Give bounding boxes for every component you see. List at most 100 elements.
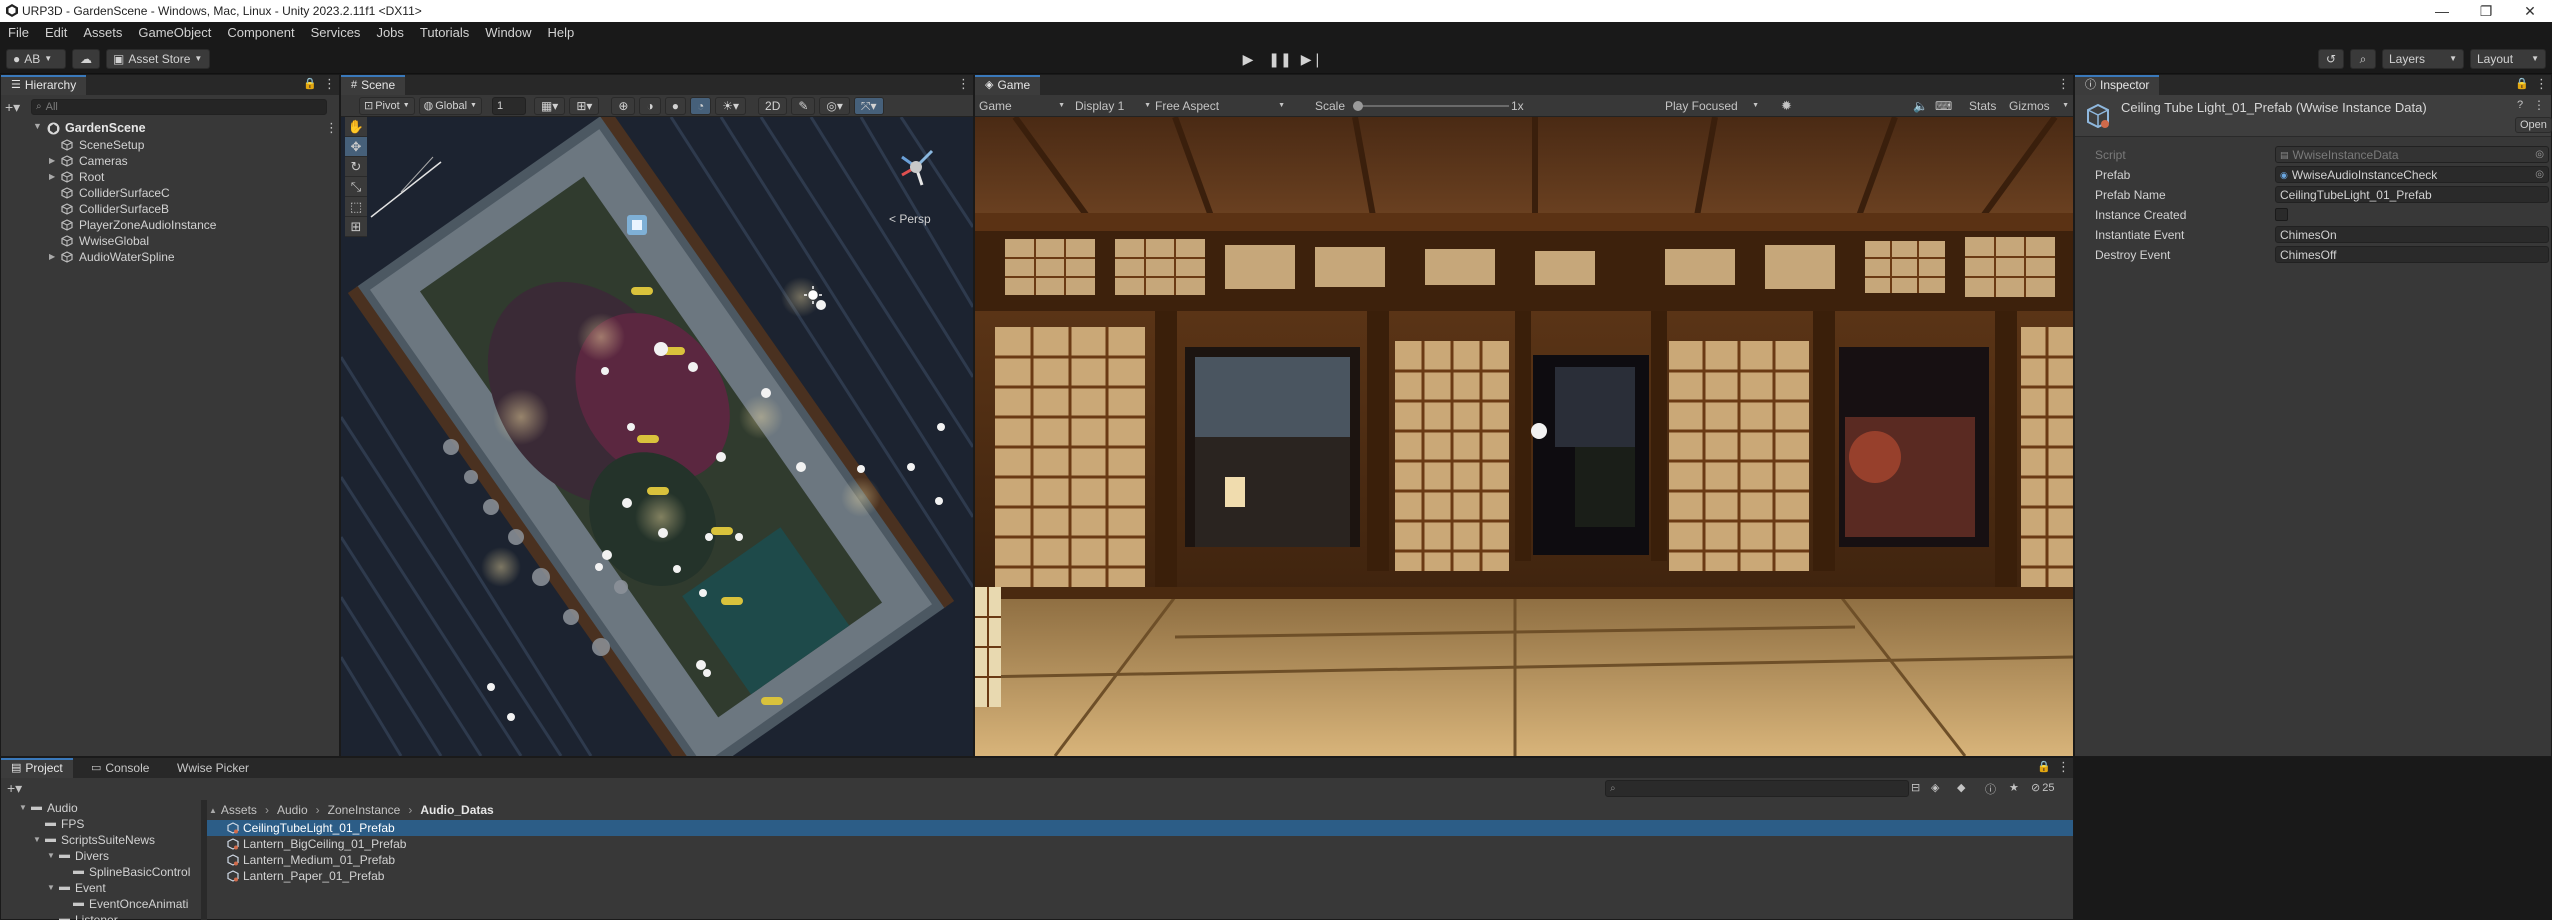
menu-assets[interactable]: Assets bbox=[75, 22, 130, 44]
add-icon[interactable]: +▾ bbox=[5, 99, 31, 116]
account-button[interactable]: ● AB ▼ bbox=[6, 49, 66, 69]
tag-icon[interactable]: ◆ bbox=[1957, 781, 1965, 794]
project-file-item[interactable]: Lantern_Paper_01_Prefab bbox=[207, 868, 2073, 884]
breadcrumb-item[interactable]: Audio_Datas bbox=[420, 803, 493, 817]
hierarchy-item[interactable]: WwiseGlobal bbox=[1, 233, 339, 249]
hidden-packages-toggle[interactable]: ⊘ 25 bbox=[2031, 781, 2054, 795]
folder-tree-item[interactable]: ▼ ▬ Event bbox=[1, 880, 201, 896]
project-file-item[interactable]: CeilingTubeLight_01_Prefab bbox=[207, 820, 2073, 836]
menu-jobs[interactable]: Jobs bbox=[368, 22, 411, 44]
instance-created-checkbox[interactable] bbox=[2275, 208, 2288, 221]
object-picker-icon[interactable]: ◎ bbox=[2535, 147, 2544, 163]
mute-audio-icon[interactable]: 🔈 bbox=[1913, 99, 1928, 113]
inspector-field-value[interactable]: CeilingTubeLight_01_Prefab bbox=[2275, 186, 2549, 203]
transform-tool-button[interactable]: ⊞ bbox=[345, 217, 367, 237]
more-menu-icon[interactable]: ⋮ bbox=[323, 76, 336, 92]
scene-gizmos-toggle[interactable]: ⤧▾ bbox=[853, 96, 884, 115]
close-button[interactable]: ✕ bbox=[2512, 1, 2548, 21]
move-tool-button[interactable]: ✥ bbox=[345, 137, 367, 157]
folder-tree-item[interactable]: ▬ Listener bbox=[1, 912, 201, 920]
expand-arrow-icon[interactable]: ▼ bbox=[33, 121, 42, 131]
expand-arrow-icon[interactable]: ▶ bbox=[49, 153, 55, 169]
folder-tree-item[interactable]: ▬ EventOnceAnimati bbox=[1, 896, 201, 912]
hierarchy-item[interactable]: ColliderSurfaceB bbox=[1, 201, 339, 217]
expand-arrow-icon[interactable]: ▼ bbox=[19, 800, 27, 816]
more-menu-icon[interactable]: ⋮ bbox=[2057, 759, 2070, 775]
play-focused-dropdown[interactable]: Play Focused ▼ bbox=[1665, 99, 1759, 113]
breadcrumb-item[interactable]: Assets bbox=[221, 803, 257, 817]
layers-dropdown[interactable]: Layers ▼ bbox=[2382, 49, 2464, 69]
search-button[interactable]: ⌕ bbox=[2350, 49, 2376, 69]
breadcrumb-item[interactable]: Audio bbox=[277, 803, 308, 817]
maximize-button[interactable]: ❐ bbox=[2468, 1, 2504, 21]
tab-inspector[interactable]: ⓘ Inspector bbox=[2075, 75, 2160, 95]
more-menu-icon[interactable]: ⋮ bbox=[957, 76, 970, 92]
inspector-field-value[interactable]: ◉ WwiseAudioInstanceCheck ◎ bbox=[2275, 166, 2549, 183]
open-button[interactable]: Open bbox=[2515, 117, 2552, 133]
tab-game[interactable]: ◈ Game bbox=[975, 75, 1041, 95]
expand-arrow-icon[interactable]: ▶ bbox=[49, 169, 55, 185]
play-button[interactable]: ▶ bbox=[1234, 48, 1262, 70]
draw-mode-lit[interactable]: ◔ bbox=[689, 96, 712, 115]
draw-mode-shaded-wire[interactable]: ◑ bbox=[639, 96, 661, 115]
rect-tool-button[interactable]: ⬚ bbox=[345, 197, 367, 217]
hierarchy-search-input[interactable]: ⌕ All bbox=[31, 99, 327, 115]
expand-arrow-icon[interactable]: ▼ bbox=[33, 832, 41, 848]
grid-size-input[interactable]: 1 bbox=[491, 96, 526, 115]
layout-dropdown[interactable]: Layout ▼ bbox=[2470, 49, 2546, 69]
folder-tree-item[interactable]: ▼ ▬ Divers bbox=[1, 848, 201, 864]
star-icon[interactable]: ★ bbox=[2009, 781, 2019, 794]
breadcrumb-item[interactable]: ZoneInstance bbox=[328, 803, 401, 817]
folder-tree-item[interactable]: ▬ SplineBasicControl bbox=[1, 864, 201, 880]
more-menu-icon[interactable]: ⋮ bbox=[325, 120, 338, 136]
menu-services[interactable]: Services bbox=[303, 22, 369, 44]
keyboard-icon[interactable]: ⌨ bbox=[1935, 99, 1952, 113]
add-icon[interactable]: +▾ bbox=[7, 780, 22, 797]
folder-tree-item[interactable]: ▼ ▬ Audio bbox=[1, 800, 201, 816]
lock-icon[interactable]: 🔒 bbox=[2515, 77, 2529, 90]
inspector-field-value[interactable]: ChimesOff bbox=[2275, 246, 2549, 263]
pivot-dropdown[interactable]: ⊡ Pivot ▼ bbox=[359, 96, 415, 115]
hierarchy-item[interactable]: SceneSetup bbox=[1, 137, 339, 153]
menu-file[interactable]: File bbox=[0, 22, 37, 44]
game-viewport[interactable] bbox=[975, 117, 2073, 756]
global-dropdown[interactable]: ◍ Global ▼ bbox=[418, 96, 482, 115]
menu-help[interactable]: Help bbox=[540, 22, 583, 44]
menu-window[interactable]: Window bbox=[477, 22, 539, 44]
bug-icon[interactable]: ✹ bbox=[1781, 98, 1792, 114]
tab-wwise-picker[interactable]: Wwise Picker bbox=[167, 758, 259, 778]
game-mode-dropdown[interactable]: Game ▼ bbox=[979, 99, 1065, 113]
asset-store-button[interactable]: ▣ Asset Store ▼ bbox=[106, 49, 210, 69]
pause-button[interactable]: ❚❚ bbox=[1266, 48, 1294, 70]
tab-console[interactable]: ▭ Console bbox=[81, 758, 159, 778]
menu-component[interactable]: Component bbox=[219, 22, 302, 44]
scene-audio-toggle[interactable]: ◎▾ bbox=[819, 96, 850, 115]
project-file-item[interactable]: Lantern_BigCeiling_01_Prefab bbox=[207, 836, 2073, 852]
scene-viewport[interactable]: < Persp ✋ ✥ ↻ ⤡ ⬚ ⊞ bbox=[341, 117, 973, 756]
menu-gameobject[interactable]: GameObject bbox=[130, 22, 219, 44]
scene-lighting-toggle[interactable]: ✎ bbox=[791, 96, 816, 115]
project-file-item[interactable]: Lantern_Medium_01_Prefab bbox=[207, 852, 2073, 868]
draw-mode-wireframe[interactable]: ⊕ bbox=[611, 96, 636, 115]
expand-arrow-icon[interactable]: ▼ bbox=[47, 880, 55, 896]
cloud-button[interactable]: ☁ bbox=[72, 49, 100, 69]
hierarchy-item[interactable]: ▶ Root bbox=[1, 169, 339, 185]
hierarchy-item[interactable]: ▶ Cameras bbox=[1, 153, 339, 169]
rotate-tool-button[interactable]: ↻ bbox=[345, 157, 367, 177]
menu-tutorials[interactable]: Tutorials bbox=[412, 22, 477, 44]
expand-arrow-icon[interactable]: ▼ bbox=[47, 848, 55, 864]
inspector-field-value[interactable]: ChimesOn bbox=[2275, 226, 2549, 243]
folder-tree-item[interactable]: ▼ ▬ ScriptsSuiteNews bbox=[1, 832, 201, 848]
effects-toggle[interactable]: ☀▾ bbox=[715, 96, 747, 115]
snap-toggle[interactable]: ⊞▾ bbox=[569, 96, 600, 115]
tab-scene[interactable]: # Scene bbox=[341, 75, 406, 95]
filter-label-icon[interactable]: ◈ bbox=[1931, 781, 1939, 794]
tab-hierarchy[interactable]: ☰ Hierarchy bbox=[1, 75, 87, 95]
minimize-button[interactable]: — bbox=[2424, 1, 2460, 21]
tab-project[interactable]: ▤ Project bbox=[1, 758, 73, 778]
expand-arrow-icon[interactable]: ▶ bbox=[49, 249, 55, 265]
grid-toggle[interactable]: ▦▾ bbox=[533, 96, 566, 115]
history-button[interactable]: ↺ bbox=[2318, 49, 2344, 69]
hierarchy-item[interactable]: ▶ AudioWaterSpline bbox=[1, 249, 339, 265]
more-menu-icon[interactable]: ⋮ bbox=[2057, 76, 2070, 92]
